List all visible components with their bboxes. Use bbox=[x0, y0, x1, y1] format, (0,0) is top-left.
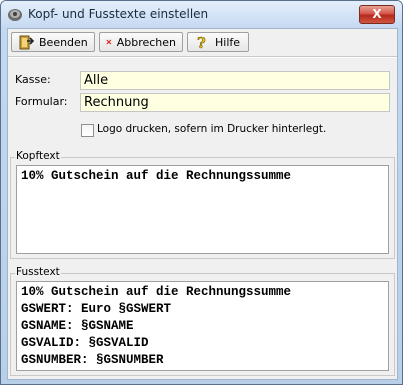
app-icon bbox=[8, 9, 22, 21]
fusstext-textarea[interactable]: 10% Gutschein auf die Rechnungssumme GSW… bbox=[16, 281, 389, 371]
toolbar-separator bbox=[8, 56, 397, 58]
kasse-label: Kasse: bbox=[15, 73, 51, 86]
kopftext-caption: Kopftext bbox=[15, 150, 61, 162]
title-bar[interactable]: Kopf- und Fusstexte einstellen X bbox=[1, 1, 402, 27]
formular-label: Formular: bbox=[15, 95, 68, 108]
beenden-label: Beenden bbox=[39, 35, 88, 49]
fusstext-line: GSVALID: §GSVALID bbox=[21, 336, 149, 350]
abbrechen-label: Abbrechen bbox=[116, 35, 176, 49]
kopftext-line: 10% Gutschein auf die Rechnungssumme bbox=[21, 169, 292, 183]
hilfe-button[interactable]: ? Hilfe bbox=[187, 32, 249, 52]
logo-checkbox-label[interactable]: Logo drucken, sofern im Drucker hinterle… bbox=[97, 123, 326, 135]
exit-door-icon bbox=[19, 35, 34, 50]
dialog-client-area: Beenden Abbrechen ? Hilfe Kasse: Alle Fo… bbox=[7, 28, 398, 380]
beenden-button[interactable]: Beenden bbox=[11, 32, 95, 52]
fusstext-line: GSWERT: Euro §GSWERT bbox=[21, 302, 172, 316]
fusstext-line: GSNAME: §GSNAME bbox=[21, 319, 134, 333]
help-question-icon: ? bbox=[197, 34, 207, 50]
kopftext-group: Kopftext 10% Gutschein auf die Rechnungs… bbox=[10, 150, 395, 259]
toolbar: Beenden Abbrechen ? Hilfe bbox=[8, 29, 397, 56]
kopftext-textarea[interactable]: 10% Gutschein auf die Rechnungssumme bbox=[16, 165, 389, 254]
hilfe-label: Hilfe bbox=[215, 35, 241, 49]
window-title: Kopf- und Fusstexte einstellen bbox=[28, 7, 209, 21]
kasse-field[interactable]: Alle bbox=[80, 71, 390, 90]
fusstext-caption: Fusstext bbox=[15, 266, 61, 278]
fusstext-line: GSNUMBER: §GSNUMBER bbox=[21, 353, 164, 367]
svg-text:?: ? bbox=[197, 34, 206, 50]
dialog-window: Kopf- und Fusstexte einstellen X Beenden… bbox=[0, 0, 403, 385]
formular-field[interactable]: Rechnung bbox=[80, 93, 390, 112]
cancel-x-icon bbox=[106, 39, 112, 45]
fusstext-group: Fusstext 10% Gutschein auf die Rechnungs… bbox=[10, 266, 395, 376]
abbrechen-button[interactable]: Abbrechen bbox=[99, 32, 183, 52]
close-button[interactable]: X bbox=[359, 5, 395, 24]
logo-checkbox[interactable] bbox=[81, 124, 94, 137]
fusstext-line: 10% Gutschein auf die Rechnungssumme bbox=[21, 285, 292, 299]
